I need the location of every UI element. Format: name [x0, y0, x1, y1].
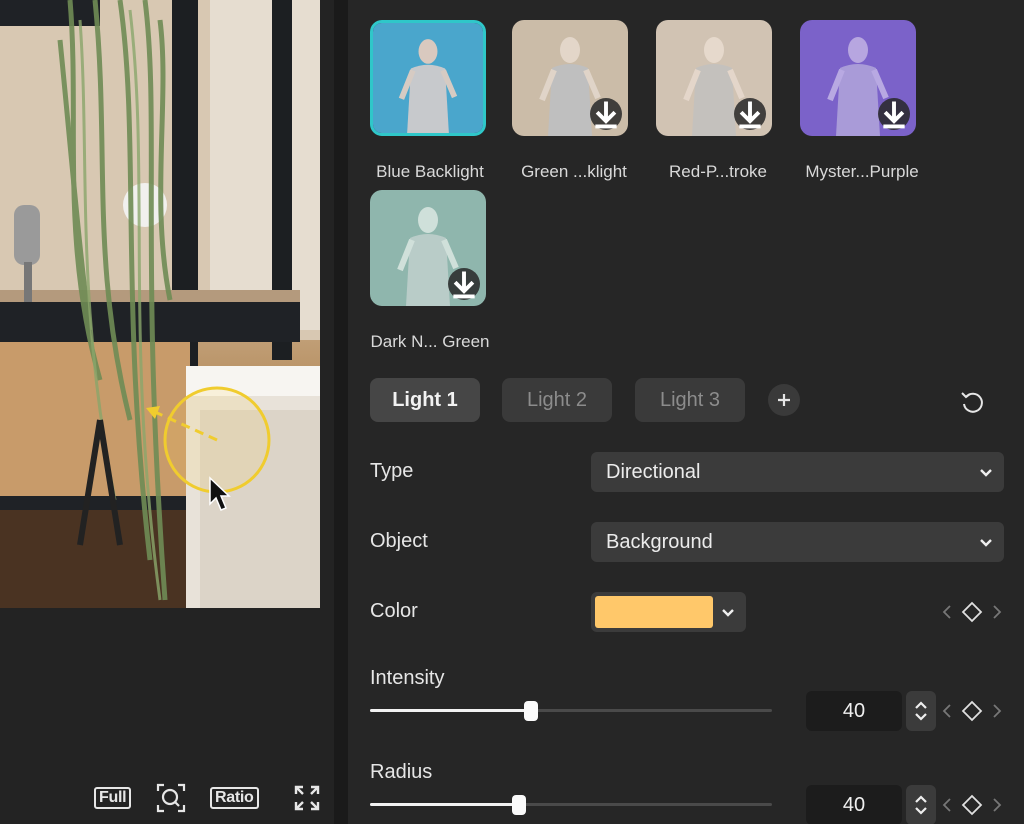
slider-fill	[370, 709, 531, 712]
preset-mystery-purple[interactable]: Myster...Purple	[782, 20, 926, 181]
preset-thumbnail	[370, 190, 486, 306]
chevron-down-icon	[980, 469, 992, 477]
preview-pane: Full Ratio	[0, 0, 335, 824]
next-keyframe-button[interactable]	[992, 703, 1002, 719]
chevron-right-icon	[993, 605, 1002, 619]
next-keyframe-button[interactable]	[992, 604, 1002, 620]
prev-keyframe-button[interactable]	[942, 703, 952, 719]
chevron-down-icon	[722, 609, 734, 617]
fullscreen-icon	[294, 785, 320, 811]
preset-name: Blue Backlight	[376, 162, 484, 181]
intensity-value[interactable]: 40	[806, 691, 902, 731]
stepper-arrows-icon	[915, 795, 927, 815]
chevron-left-icon	[942, 704, 951, 718]
fullscreen-button[interactable]	[292, 780, 322, 816]
slider-handle[interactable]	[523, 701, 538, 721]
lighting-panel: Blue Backlight Green ...klight Red-P...t…	[348, 0, 1024, 824]
chevron-right-icon	[993, 704, 1002, 718]
radius-value[interactable]: 40	[806, 785, 902, 824]
prev-keyframe-button[interactable]	[942, 604, 952, 620]
download-icon	[883, 101, 905, 129]
full-view-button[interactable]: Full	[94, 780, 132, 816]
tab-light-1[interactable]: Light 1	[370, 378, 480, 422]
download-button[interactable]	[734, 98, 766, 130]
radius-slider[interactable]	[370, 793, 772, 817]
radius-stepper[interactable]	[906, 785, 936, 824]
preset-red-purple-stroke[interactable]: Red-P...troke	[638, 20, 782, 181]
preset-grid: Blue Backlight Green ...klight Red-P...t…	[348, 0, 1024, 351]
stepper-arrows-icon	[915, 701, 927, 721]
preset-blue-backlight[interactable]: Blue Backlight	[350, 20, 494, 181]
preset-name: Myster...Purple	[805, 162, 919, 181]
add-keyframe-button[interactable]	[961, 601, 983, 623]
radius-label: Radius	[370, 761, 433, 783]
download-button[interactable]	[448, 268, 480, 300]
object-select[interactable]: Background	[591, 522, 1004, 562]
zoom-icon	[156, 783, 186, 813]
preset-green-backlight[interactable]: Green ...klight	[494, 20, 638, 181]
chevron-left-icon	[942, 798, 951, 812]
download-button[interactable]	[590, 98, 622, 130]
diamond-icon	[961, 794, 983, 816]
object-value: Background	[606, 530, 713, 553]
color-picker[interactable]	[591, 592, 746, 632]
panel-splitter[interactable]	[334, 0, 348, 824]
radius-keyframe-controls	[942, 793, 1002, 817]
tab-light-2[interactable]: Light 2	[502, 378, 612, 422]
color-swatch	[595, 596, 713, 628]
type-label: Type	[370, 460, 414, 482]
ratio-label: Ratio	[210, 787, 259, 809]
video-preview[interactable]	[0, 0, 320, 608]
intensity-slider[interactable]	[370, 699, 772, 723]
color-keyframe-controls	[942, 600, 1002, 624]
reset-button[interactable]	[958, 388, 986, 416]
preset-dark-night-green[interactable]: Dark N... Green	[350, 190, 494, 351]
download-icon	[453, 271, 475, 299]
reset-icon	[961, 392, 983, 413]
zoom-button[interactable]	[154, 780, 188, 816]
download-button[interactable]	[878, 98, 910, 130]
app-root: Full Ratio Blue Backlight Green ...kligh…	[0, 0, 1024, 824]
add-light-button[interactable]	[768, 384, 800, 416]
preset-thumbnail	[370, 20, 486, 136]
chevron-right-icon	[993, 798, 1002, 812]
ratio-button[interactable]: Ratio	[210, 780, 259, 816]
view-controls: Full Ratio	[90, 780, 330, 816]
preset-name: Red-P...troke	[669, 162, 767, 181]
add-keyframe-button[interactable]	[961, 794, 983, 816]
download-icon	[595, 101, 617, 129]
tab-light-3[interactable]: Light 3	[635, 378, 745, 422]
plus-icon	[778, 394, 790, 406]
next-keyframe-button[interactable]	[992, 797, 1002, 813]
intensity-stepper[interactable]	[906, 691, 936, 731]
type-value: Directional	[606, 460, 701, 483]
diamond-icon	[961, 601, 983, 623]
intensity-label: Intensity	[370, 667, 445, 689]
model-image	[373, 23, 483, 133]
add-keyframe-button[interactable]	[961, 700, 983, 722]
slider-handle[interactable]	[511, 795, 526, 815]
chevron-down-icon	[980, 539, 992, 547]
preset-name: Dark N... Green	[370, 332, 490, 351]
full-view-label: Full	[94, 787, 132, 809]
preset-thumbnail	[656, 20, 772, 136]
color-label: Color	[370, 600, 418, 622]
intensity-keyframe-controls	[942, 699, 1002, 723]
preset-thumbnail	[800, 20, 916, 136]
chevron-left-icon	[942, 605, 951, 619]
download-icon	[739, 101, 761, 129]
preview-scene	[0, 0, 320, 608]
diamond-icon	[961, 700, 983, 722]
object-label: Object	[370, 530, 428, 552]
preset-thumbnail	[512, 20, 628, 136]
slider-fill	[370, 803, 519, 806]
preset-name: Green ...klight	[521, 162, 627, 181]
prev-keyframe-button[interactable]	[942, 797, 952, 813]
type-select[interactable]: Directional	[591, 452, 1004, 492]
